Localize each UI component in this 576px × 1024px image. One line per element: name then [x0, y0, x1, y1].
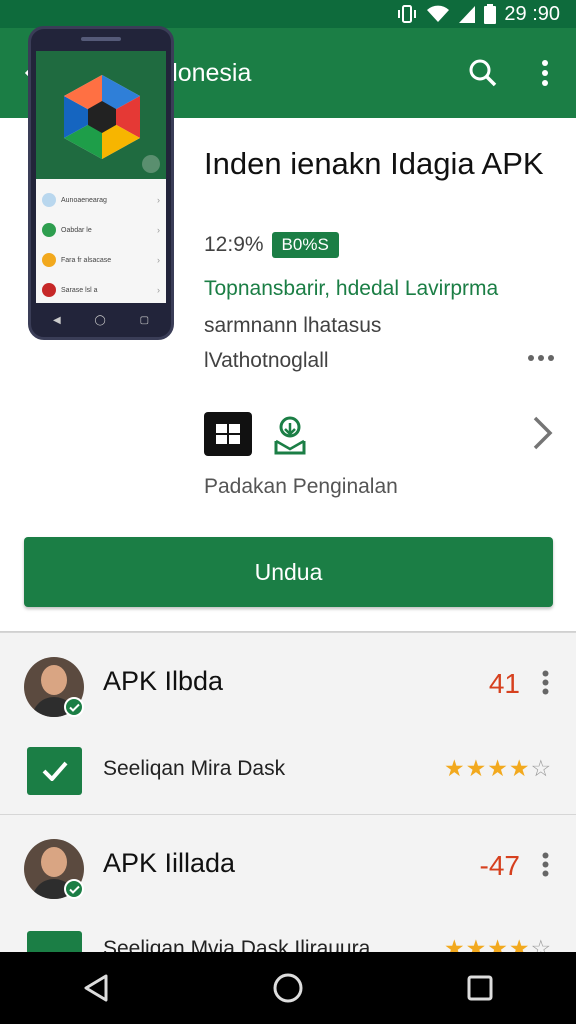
system-nav-bar [0, 952, 576, 1024]
avatar [24, 657, 84, 717]
chevron-right-icon: › [157, 225, 160, 235]
more-horiz-icon[interactable] [526, 348, 556, 368]
wifi-icon [426, 4, 450, 24]
developer-link[interactable]: Topnansbarir, hdedal Lavirprma [204, 277, 498, 301]
phone-speaker [81, 37, 121, 41]
screen-row: Sarase lsl a › [42, 277, 160, 303]
screen-row: Oabdar le › [42, 217, 160, 243]
chevron-right-icon: › [157, 255, 160, 265]
nav-recents-icon[interactable] [450, 958, 510, 1018]
description-line: lVathotnoglall [204, 349, 329, 372]
review-item: APK Iillada -47 Seeliqan Mvia Dask Ilira… [0, 814, 576, 979]
rating-line: 12:9% B0%S [204, 232, 339, 258]
app-logo-icon [64, 75, 140, 159]
install-button[interactable]: Undua [24, 537, 553, 607]
verified-check-icon [64, 879, 84, 899]
checkbox-checked[interactable] [27, 747, 82, 795]
chevron-right-icon: › [157, 195, 160, 205]
download-tray-icon[interactable] [270, 412, 310, 458]
phone-back-icon: ◀ [52, 314, 61, 326]
chevron-right-icon: › [157, 285, 160, 295]
avatar [24, 839, 84, 899]
phone-home-icon: ◯ [94, 314, 106, 326]
category-label: Padakan Penginalan [204, 475, 398, 498]
app-title: Inden ienakn Idagia APK [204, 146, 544, 181]
row-icon [42, 283, 56, 297]
more-vert-icon[interactable] [514, 28, 576, 118]
search-icon[interactable] [452, 28, 514, 118]
more-vert-icon[interactable] [534, 849, 556, 879]
vibrate-icon [396, 4, 418, 24]
review-comment: Seeliqan Mira Dask [103, 757, 286, 780]
nav-back-icon[interactable] [66, 958, 126, 1018]
chevron-right-icon[interactable] [526, 410, 560, 456]
status-bar: 29 :90 [0, 0, 576, 28]
rating-percent: 12:9% [204, 233, 264, 256]
row-label: Oabdar le [61, 226, 92, 234]
review-item: APK Ilbda 41 Seeliqan Mira Dask ★★★★☆ [0, 632, 576, 814]
battery-icon [484, 4, 497, 24]
row-label: Aunoaenearag [61, 196, 107, 204]
verified-check-icon [64, 697, 84, 717]
row-icon [42, 193, 56, 207]
phone-screen: Aunoaenearag › Oabdar le › Fara fr alsac… [36, 51, 166, 303]
signal-icon [458, 4, 476, 24]
screen-row: Fara fr alsacase › [42, 247, 160, 273]
phone-recents-icon: ▢ [139, 314, 150, 326]
nav-home-icon[interactable] [258, 958, 318, 1018]
row-label: Fara fr alsacase [61, 256, 112, 264]
status-badge: B0%S [271, 232, 339, 258]
row-label: Sarase lsl a [61, 286, 98, 294]
windows-grid-icon[interactable] [204, 412, 252, 456]
phone-navbar: ◀ ◯ ▢ [36, 305, 166, 335]
status-time: 29 :90 [504, 2, 560, 25]
row-icon [42, 253, 56, 267]
description-line: sarmnann lhatasus [204, 314, 382, 337]
reviewer-name: APK Ilbda [103, 666, 224, 696]
review-score: 41 [488, 668, 520, 699]
row-icon [42, 223, 56, 237]
screen-row: Aunoaenearag › [42, 187, 160, 213]
review-score: -47 [479, 850, 520, 881]
more-vert-icon[interactable] [534, 667, 556, 697]
screen-fab [142, 155, 160, 173]
star-rating: ★★★★☆ [444, 755, 553, 781]
reviewer-name: APK Iillada [103, 848, 236, 878]
app-screenshot[interactable]: Aunoaenearag › Oabdar le › Fara fr alsac… [28, 26, 174, 340]
